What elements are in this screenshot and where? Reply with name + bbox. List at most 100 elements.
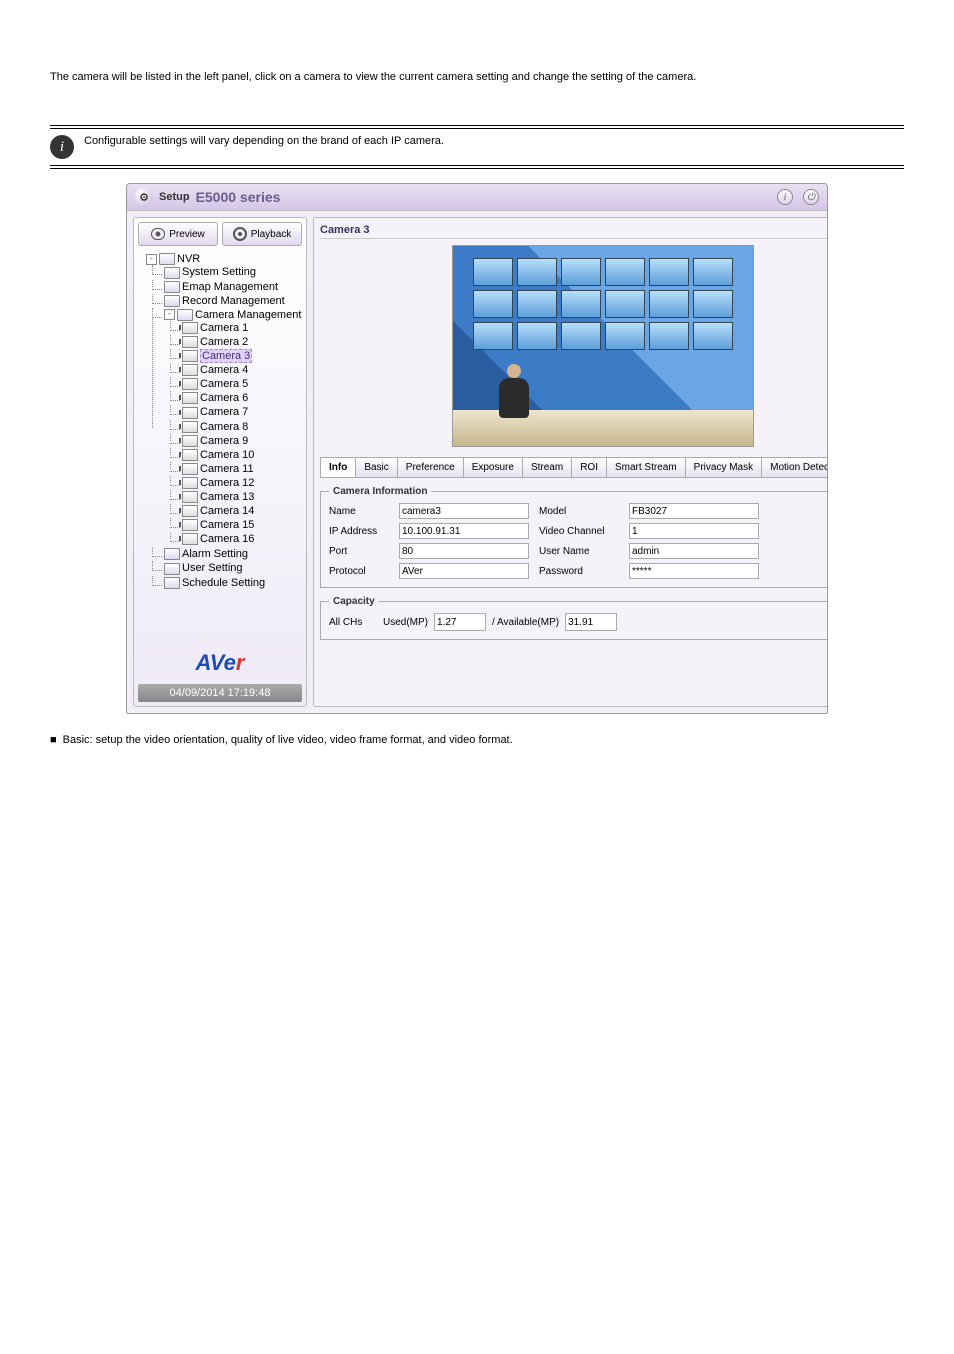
tree-camera-item[interactable]: Camera 4	[200, 364, 248, 376]
setup-window: ⚙ Setup E5000 series i ⏻ Preview Playbac…	[126, 183, 828, 714]
tree-node[interactable]: Camera Management	[195, 309, 301, 321]
tree-node[interactable]: System Setting	[182, 267, 256, 279]
tree-node-nvr[interactable]: NVR	[177, 253, 200, 265]
camera-information-legend: Camera Information	[329, 486, 431, 497]
tree-camera-item[interactable]: Camera 11	[200, 463, 254, 475]
camera-tab[interactable]: Info	[320, 457, 356, 477]
label-port: Port	[329, 546, 389, 557]
capacity-group: Capacity All CHs Used(MP) / Available(MP…	[320, 596, 828, 640]
input-model[interactable]	[629, 503, 759, 519]
camera-icon	[182, 378, 198, 390]
tree-node[interactable]: Record Management	[182, 295, 285, 307]
input-protocol[interactable]	[399, 563, 529, 579]
basic-bullet-row: ■ Basic: setup the video orientation, qu…	[50, 734, 904, 746]
folder-icon	[177, 309, 193, 321]
input-user[interactable]	[629, 543, 759, 559]
basic-bullet-text: Basic: setup the video orientation, qual…	[63, 734, 513, 746]
tree-camera-item[interactable]: Camera 8	[200, 421, 248, 433]
tab-preview[interactable]: Preview	[138, 222, 218, 246]
input-password[interactable]	[629, 563, 759, 579]
camera-icon	[182, 449, 198, 461]
tree-camera-item[interactable]: Camera 7	[200, 407, 248, 419]
tree-node[interactable]: Alarm Setting	[182, 548, 248, 560]
camera-tab[interactable]: Stream	[522, 457, 572, 477]
nav-tabs: Preview Playback	[138, 222, 302, 246]
camera-icon	[182, 435, 198, 447]
folder-icon	[164, 267, 180, 279]
square-bullet-icon: ■	[50, 734, 57, 746]
window-top-right: i ⏻	[777, 189, 819, 205]
camera-tab[interactable]: Exposure	[463, 457, 523, 477]
datetime-display: 04/09/2014 17:19:48	[138, 684, 302, 702]
main-panel-title: Camera 3	[320, 224, 828, 239]
camera-icon	[182, 407, 198, 419]
about-icon[interactable]: i	[777, 189, 793, 205]
eye-icon	[151, 228, 165, 240]
settings-tree[interactable]: -NVRSystem SettingEmap ManagementRecord …	[138, 250, 302, 642]
tree-camera-item[interactable]: Camera 3	[200, 349, 252, 363]
info-icon: i	[50, 135, 74, 159]
tree-camera-item[interactable]: Camera 10	[200, 449, 254, 461]
camera-tab[interactable]: ROI	[571, 457, 607, 477]
input-channel[interactable]	[629, 523, 759, 539]
tree-camera-item[interactable]: Camera 16	[200, 533, 254, 545]
tab-playback-label: Playback	[251, 229, 292, 240]
tree-camera-item[interactable]: Camera 13	[200, 491, 254, 503]
label-name: Name	[329, 506, 389, 517]
input-name[interactable]	[399, 503, 529, 519]
camera-icon	[182, 491, 198, 503]
main-panel: Camera 3 InfoBasicPreferenceExposureStre…	[313, 217, 828, 707]
folder-icon	[164, 577, 180, 589]
instruction-paragraph: The camera will be listed in the left pa…	[50, 70, 904, 85]
camera-icon	[182, 477, 198, 489]
camera-icon	[182, 533, 198, 545]
window-title-series: E5000 series	[196, 189, 281, 205]
camera-icon	[182, 350, 198, 362]
tree-camera-item[interactable]: Camera 6	[200, 392, 248, 404]
tip-row: i Configurable settings will vary depend…	[50, 135, 904, 159]
folder-icon	[164, 295, 180, 307]
camera-icon	[182, 364, 198, 376]
tree-camera-item[interactable]: Camera 15	[200, 519, 254, 531]
camera-tabs: InfoBasicPreferenceExposureStreamROISmar…	[320, 457, 828, 478]
camera-icon	[182, 505, 198, 517]
tip-text: Configurable settings will vary dependin…	[84, 135, 444, 147]
window-titlebar: ⚙ Setup E5000 series i ⏻	[127, 184, 827, 211]
camera-tab[interactable]: Preference	[397, 457, 464, 477]
tree-node[interactable]: User Setting	[182, 563, 243, 575]
tree-camera-item[interactable]: Camera 1	[200, 322, 248, 334]
tab-playback[interactable]: Playback	[222, 222, 302, 246]
input-used[interactable]	[434, 613, 486, 631]
camera-icon	[182, 519, 198, 531]
label-used: Used(MP)	[383, 617, 428, 628]
label-all-chs: All CHs	[329, 617, 377, 628]
camera-tab[interactable]: Privacy Mask	[685, 457, 762, 477]
tree-camera-item[interactable]: Camera 14	[200, 505, 254, 517]
camera-tab[interactable]: Smart Stream	[606, 457, 686, 477]
film-reel-icon	[233, 227, 247, 241]
tree-camera-item[interactable]: Camera 2	[200, 336, 248, 348]
tree-camera-item[interactable]: Camera 9	[200, 435, 248, 447]
label-channel: Video Channel	[539, 526, 619, 537]
tree-camera-item[interactable]: Camera 12	[200, 477, 254, 489]
input-available[interactable]	[565, 613, 617, 631]
folder-icon	[164, 281, 180, 293]
tree-node[interactable]: Schedule Setting	[182, 577, 265, 589]
input-ip[interactable]	[399, 523, 529, 539]
label-ip: IP Address	[329, 526, 389, 537]
power-icon[interactable]: ⏻	[803, 189, 819, 205]
video-preview	[452, 245, 754, 447]
camera-information-group: Camera Information Name Model IP Address…	[320, 486, 828, 588]
tree-camera-item[interactable]: Camera 5	[200, 378, 248, 390]
nvr-icon	[159, 253, 175, 265]
camera-icon	[182, 336, 198, 348]
brand-logo: AVer	[138, 646, 302, 680]
camera-tab[interactable]: Motion Detection	[761, 457, 828, 477]
tree-node[interactable]: Emap Management	[182, 281, 278, 293]
capacity-legend: Capacity	[329, 596, 379, 607]
label-model: Model	[539, 506, 619, 517]
folder-icon	[164, 563, 180, 575]
input-port[interactable]	[399, 543, 529, 559]
camera-tab[interactable]: Basic	[355, 457, 397, 477]
folder-icon	[164, 548, 180, 560]
